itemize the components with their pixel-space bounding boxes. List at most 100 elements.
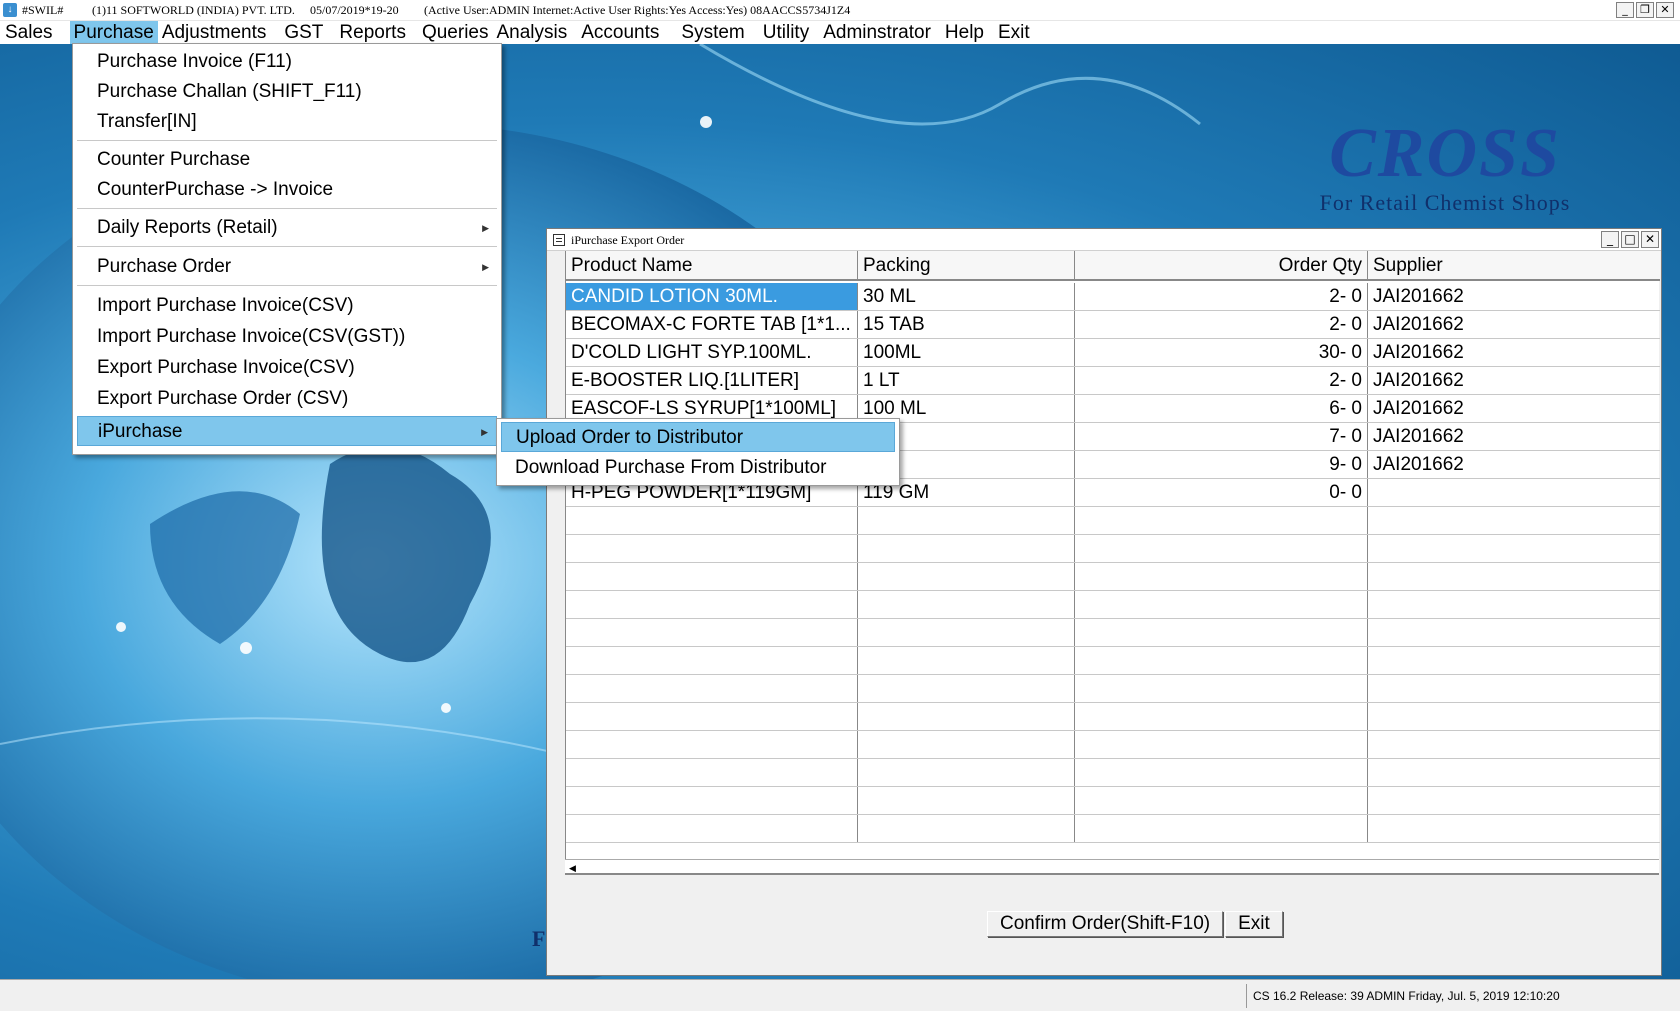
cell-product[interactable] — [566, 815, 858, 842]
cell-product[interactable] — [566, 563, 858, 590]
cell-qty[interactable] — [1075, 787, 1368, 814]
cell-product[interactable] — [566, 507, 858, 534]
cell-qty[interactable]: 9- 0 — [1075, 451, 1368, 478]
table-row[interactable] — [566, 563, 1660, 591]
cell-supplier[interactable] — [1368, 535, 1660, 562]
window-menu-icon[interactable] — [553, 234, 565, 246]
menu-item-download-purchase[interactable]: Download Purchase From Distributor — [501, 453, 895, 483]
cell-packing[interactable] — [858, 703, 1075, 730]
cell-qty[interactable] — [1075, 759, 1368, 786]
menu-adminstrator[interactable]: Adminstrator — [819, 21, 935, 44]
menu-item-counter-purchase[interactable]: Counter Purchase — [77, 145, 497, 175]
menu-queries[interactable]: Queries — [418, 21, 493, 44]
cell-product[interactable] — [566, 759, 858, 786]
cell-supplier[interactable] — [1368, 675, 1660, 702]
menu-item-purchase-challan[interactable]: Purchase Challan (SHIFT_F11) — [77, 77, 497, 107]
menu-item-import-purchase-csv-gst[interactable]: Import Purchase Invoice(CSV(GST)) — [77, 322, 497, 352]
table-row[interactable] — [566, 815, 1660, 843]
menu-accounts[interactable]: Accounts — [577, 21, 663, 44]
cell-qty[interactable] — [1075, 675, 1368, 702]
cell-supplier[interactable] — [1368, 787, 1660, 814]
cell-packing[interactable] — [858, 787, 1075, 814]
cell-supplier[interactable]: JAI201662 — [1368, 423, 1660, 450]
cell-packing[interactable]: 100ML — [858, 339, 1075, 366]
cell-packing[interactable]: 15 TAB — [858, 311, 1075, 338]
cell-packing[interactable] — [858, 591, 1075, 618]
cell-packing[interactable] — [858, 675, 1075, 702]
cell-supplier[interactable] — [1368, 815, 1660, 842]
cell-product[interactable]: BECOMAX-C FORTE TAB [1*1... — [566, 311, 858, 338]
menu-system[interactable]: System — [677, 21, 748, 44]
cell-qty[interactable] — [1075, 507, 1368, 534]
cell-product[interactable] — [566, 731, 858, 758]
table-row[interactable] — [566, 675, 1660, 703]
window-close-button[interactable]: ✕ — [1641, 231, 1659, 248]
cell-qty[interactable] — [1075, 815, 1368, 842]
table-row[interactable] — [566, 591, 1660, 619]
col-header-qty[interactable]: Order Qty — [1075, 251, 1368, 281]
cell-supplier[interactable] — [1368, 731, 1660, 758]
cell-qty[interactable]: 7- 0 — [1075, 423, 1368, 450]
cell-qty[interactable] — [1075, 731, 1368, 758]
cell-product[interactable] — [566, 703, 858, 730]
menu-sales[interactable]: Sales — [1, 21, 57, 44]
cell-packing[interactable] — [858, 647, 1075, 674]
col-header-packing[interactable]: Packing — [858, 251, 1075, 281]
cell-product[interactable]: CANDID LOTION 30ML. — [566, 283, 858, 310]
close-button[interactable]: ✕ — [1656, 2, 1674, 18]
cell-packing[interactable]: 30 ML — [858, 283, 1075, 310]
cell-qty[interactable]: 2- 0 — [1075, 283, 1368, 310]
cell-packing[interactable] — [858, 507, 1075, 534]
table-row[interactable]: BECOMAX-C FORTE TAB [1*1... 15 TAB 2- 0 JAI… — [566, 311, 1660, 339]
cell-packing[interactable] — [858, 759, 1075, 786]
menu-help[interactable]: Help — [941, 21, 988, 44]
cell-qty[interactable]: 6- 0 — [1075, 395, 1368, 422]
horizontal-scrollbar[interactable]: ◀ — [565, 859, 1659, 875]
menu-purchase[interactable]: Purchase — [69, 21, 158, 44]
menu-item-counter-to-invoice[interactable]: CounterPurchase -> Invoice — [77, 175, 497, 205]
cell-packing[interactable] — [858, 619, 1075, 646]
cell-supplier[interactable]: JAI201662 — [1368, 311, 1660, 338]
menu-item-ipurchase[interactable]: iPurchase ▶ — [77, 416, 497, 446]
cell-qty[interactable]: 30- 0 — [1075, 339, 1368, 366]
menu-adjustments[interactable]: Adjustments — [158, 21, 271, 44]
cell-qty[interactable]: 0- 0 — [1075, 479, 1368, 506]
cell-product[interactable]: D'COLD LIGHT SYP.100ML. — [566, 339, 858, 366]
cell-qty[interactable] — [1075, 703, 1368, 730]
menu-analysis[interactable]: Analysis — [492, 21, 571, 44]
cell-product[interactable] — [566, 591, 858, 618]
menu-item-purchase-invoice[interactable]: Purchase Invoice (F11) — [77, 47, 497, 77]
cell-qty[interactable] — [1075, 535, 1368, 562]
cell-supplier[interactable]: JAI201662 — [1368, 367, 1660, 394]
window-maximize-button[interactable]: □ — [1621, 231, 1639, 248]
cell-supplier[interactable]: JAI201662 — [1368, 451, 1660, 478]
menu-gst[interactable]: GST — [280, 21, 327, 44]
cell-supplier[interactable]: JAI201662 — [1368, 283, 1660, 310]
cell-product[interactable] — [566, 619, 858, 646]
cell-packing[interactable] — [858, 563, 1075, 590]
cell-packing[interactable] — [858, 815, 1075, 842]
confirm-order-button[interactable]: Confirm Order(Shift-F10) — [987, 911, 1224, 937]
cell-packing[interactable] — [858, 535, 1075, 562]
menu-item-import-purchase-csv[interactable]: Import Purchase Invoice(CSV) — [77, 291, 497, 321]
cell-product[interactable] — [566, 675, 858, 702]
table-row[interactable] — [566, 647, 1660, 675]
cell-supplier[interactable]: JAI201662 — [1368, 339, 1660, 366]
menu-item-upload-order[interactable]: Upload Order to Distributor — [501, 422, 895, 452]
cell-product[interactable] — [566, 535, 858, 562]
table-row[interactable]: D'COLD LIGHT SYP.100ML. 100ML 30- 0 JAI2016… — [566, 339, 1660, 367]
cell-supplier[interactable] — [1368, 563, 1660, 590]
restore-button[interactable]: ❐ — [1636, 2, 1654, 18]
scroll-left-icon[interactable]: ◀ — [569, 860, 576, 876]
table-row[interactable]: E-BOOSTER LIQ.[1LITER] 1 LT 2- 0 JAI201662 — [566, 367, 1660, 395]
cell-supplier[interactable] — [1368, 591, 1660, 618]
cell-qty[interactable] — [1075, 591, 1368, 618]
menu-item-purchase-order[interactable]: Purchase Order ▶ — [77, 252, 497, 282]
cell-supplier[interactable]: JAI201662 — [1368, 395, 1660, 422]
exit-button[interactable]: Exit — [1225, 911, 1283, 937]
cell-supplier[interactable] — [1368, 759, 1660, 786]
cell-supplier[interactable] — [1368, 619, 1660, 646]
col-header-product[interactable]: Product Name — [566, 251, 858, 281]
cell-packing[interactable] — [858, 731, 1075, 758]
cell-packing[interactable]: 1 LT — [858, 367, 1075, 394]
